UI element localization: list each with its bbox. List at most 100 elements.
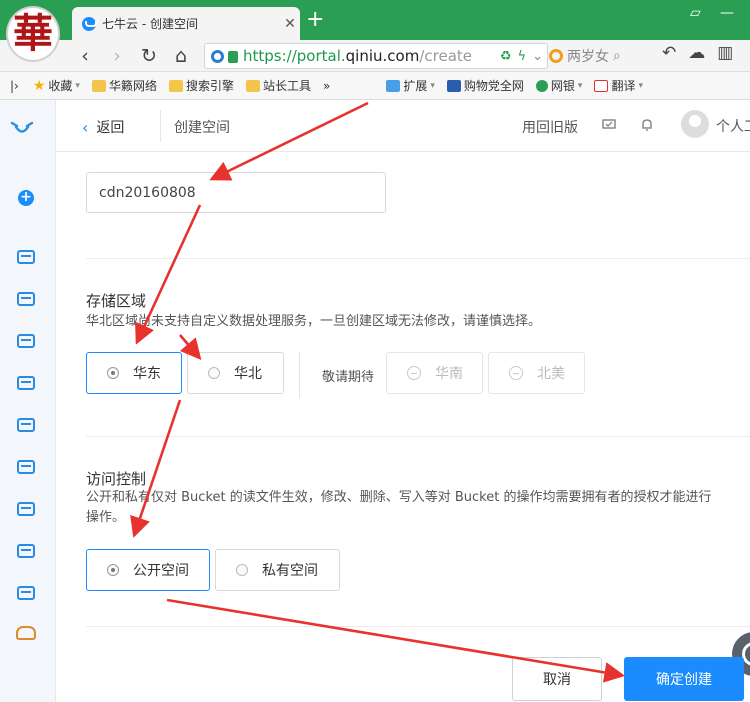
qiniu-logo-icon[interactable] xyxy=(10,120,34,138)
chevron-down-icon: ▾ xyxy=(638,80,643,91)
bookmark-label: 华籁网络 xyxy=(108,79,157,93)
chevron-down-icon[interactable]: ⌄ xyxy=(532,49,543,64)
confirm-create-button[interactable]: 确定创建 xyxy=(624,657,744,701)
bookmarks-more[interactable]: » xyxy=(323,79,330,93)
forward-arrow-icon[interactable]: › xyxy=(104,43,130,69)
bucket-icon[interactable] xyxy=(17,334,35,348)
bucket-icon[interactable] xyxy=(17,250,35,264)
access-section-title: 访问控制 xyxy=(86,470,147,488)
skin-icon[interactable]: ▱ xyxy=(690,5,701,21)
chevron-left-icon: ‹ xyxy=(82,117,89,137)
bell-icon[interactable] xyxy=(640,118,654,132)
browser-tab-bar: 七牛云 - 创建空间 ✕ + ▱ — xyxy=(0,0,750,40)
undo-icon[interactable]: ↶ xyxy=(662,43,676,63)
minimize-button[interactable]: — xyxy=(720,5,734,21)
bucket-icon[interactable] xyxy=(17,502,35,516)
bookmark-label: 购物党全网 xyxy=(463,79,524,93)
minus-circle-icon xyxy=(407,366,421,380)
search-box[interactable]: 两岁女 ⌕ xyxy=(549,43,659,69)
url-host-main: qiniu.com xyxy=(345,47,420,65)
url-host-prefix: portal. xyxy=(296,47,346,65)
region-section-desc: 华北区域尚未支持自定义数据处理服务，一旦创建区域无法修改，请谨慎选择。 xyxy=(86,314,542,329)
logo-glyph: 華 xyxy=(13,10,53,57)
bookmark-extensions[interactable]: 扩展 ▾ xyxy=(386,77,435,94)
reload-icon[interactable]: ↻ xyxy=(136,43,162,69)
bookmark-bank[interactable]: 网银 ▾ xyxy=(535,77,582,94)
search-icon[interactable]: ⌕ xyxy=(613,48,621,64)
cancel-button[interactable]: 取消 xyxy=(512,657,602,701)
divider xyxy=(86,258,750,259)
sidebar-toggle-icon[interactable]: |› xyxy=(10,79,19,93)
qiniu-favicon-icon xyxy=(82,16,97,31)
bucket-name-input[interactable] xyxy=(86,172,386,213)
chevron-down-icon: ▾ xyxy=(430,80,435,91)
page-title: 创建空间 xyxy=(174,120,230,136)
bookmark-hualai[interactable]: 华籁网络 xyxy=(91,77,157,94)
region-option-huadong[interactable]: 华东 xyxy=(86,352,182,394)
divider xyxy=(86,436,750,437)
region-section-title: 存储区域 xyxy=(86,292,147,310)
bookmark-label: 搜索引擎 xyxy=(185,79,234,93)
access-option-public[interactable]: 公开空间 xyxy=(86,549,210,591)
back-button[interactable]: ‹ 返回 xyxy=(82,117,124,137)
cloud-service-icon[interactable] xyxy=(16,626,36,640)
region-option-label: 华南 xyxy=(435,366,463,382)
radio-icon xyxy=(107,367,119,379)
back-label: 返回 xyxy=(96,120,125,136)
search-text: 两岁女 xyxy=(567,49,609,65)
bookmark-translate[interactable]: 翻译 ▾ xyxy=(594,77,643,94)
region-option-label: 北美 xyxy=(537,366,565,382)
access-section-desc-line1: 公开和私有仅对 Bucket 的读文件生效，修改、删除、写入等对 Bucket … xyxy=(86,490,712,505)
add-bucket-icon[interactable]: + xyxy=(18,190,34,206)
bookmark-label: 网银 xyxy=(550,79,575,93)
lock-icon xyxy=(228,51,238,63)
access-option-label: 私有空间 xyxy=(262,563,318,579)
bookmark-webmaster-tools[interactable]: 站长工具 xyxy=(245,77,311,94)
folder-icon xyxy=(245,79,260,92)
folder-icon xyxy=(168,79,183,92)
url-input[interactable]: https://portal.qiniu.com/create ♻ ϟ ⌄ xyxy=(204,43,548,69)
url-path: /create xyxy=(419,47,473,65)
bookmark-search-engines[interactable]: 搜索引擎 xyxy=(168,77,234,94)
sidebar: + xyxy=(0,100,56,702)
browser-tab-title: 七牛云 - 创建空间 xyxy=(102,17,198,31)
bucket-icon[interactable] xyxy=(17,544,35,558)
cloud-icon[interactable]: ☁ xyxy=(688,43,705,63)
region-option-label: 华东 xyxy=(133,366,161,382)
region-option-huanan: 华南 xyxy=(386,352,483,394)
radio-icon xyxy=(107,564,119,576)
url-text: https://portal.qiniu.com/create xyxy=(243,47,472,65)
feedback-icon[interactable] xyxy=(602,118,616,132)
bookmark-shopping[interactable]: 购物党全网 xyxy=(446,77,524,94)
bank-icon xyxy=(535,79,548,92)
bucket-icon[interactable] xyxy=(17,376,35,390)
extensions-icon xyxy=(386,79,401,92)
user-name[interactable]: 个人工 xyxy=(716,116,750,136)
access-option-private[interactable]: 私有空间 xyxy=(215,549,340,591)
new-tab-button[interactable]: + xyxy=(306,9,324,31)
bookmark-favorites[interactable]: ★ 收藏 ▾ xyxy=(33,77,80,94)
home-icon[interactable]: ⌂ xyxy=(168,43,194,69)
minus-circle-icon xyxy=(509,366,523,380)
old-version-link[interactable]: 用回旧版 xyxy=(522,117,578,137)
translate-icon xyxy=(594,79,609,92)
region-divider xyxy=(299,352,300,398)
lightning-icon[interactable]: ϟ xyxy=(518,49,527,64)
menu-icon[interactable]: ▥ xyxy=(717,43,733,63)
browser-tab[interactable]: 七牛云 - 创建空间 ✕ xyxy=(72,7,300,40)
bookmark-label: 站长工具 xyxy=(262,79,311,93)
divider xyxy=(86,626,750,627)
shopping-icon xyxy=(446,79,461,92)
browser-logo[interactable]: 華 xyxy=(6,6,60,62)
bookmark-label: 收藏 xyxy=(48,79,73,93)
recycle-icon[interactable]: ♻ xyxy=(500,49,512,64)
star-icon: ★ xyxy=(32,77,46,94)
bucket-icon[interactable] xyxy=(17,586,35,600)
bucket-icon[interactable] xyxy=(17,460,35,474)
back-arrow-icon[interactable]: ‹ xyxy=(72,43,98,69)
region-option-huabei[interactable]: 华北 xyxy=(187,352,284,394)
bucket-icon[interactable] xyxy=(17,292,35,306)
tab-close-icon[interactable]: ✕ xyxy=(280,16,300,32)
avatar[interactable] xyxy=(681,110,709,138)
bucket-icon[interactable] xyxy=(17,418,35,432)
